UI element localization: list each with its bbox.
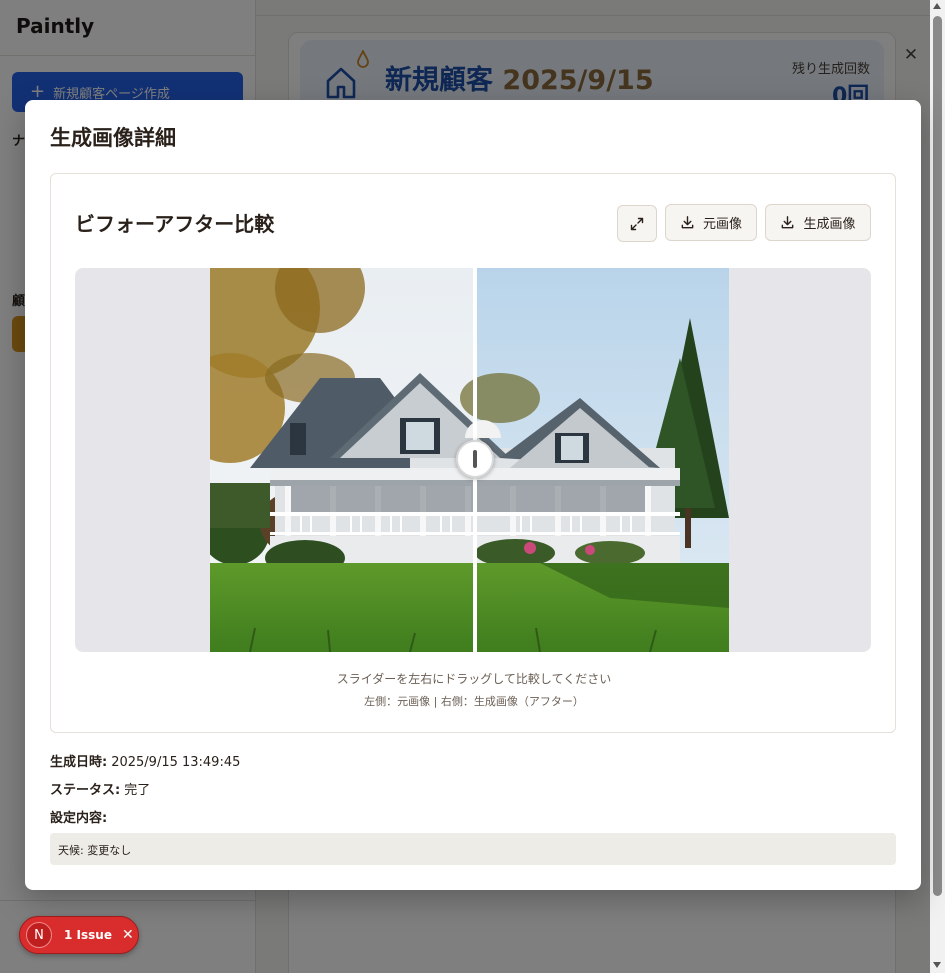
- settings-row: 設定内容:: [50, 807, 111, 826]
- scrollbar-thumb[interactable]: [933, 16, 942, 896]
- generated-at-row: 生成日時: 2025/9/15 13:49:45: [50, 751, 240, 770]
- download-original-label: 元画像: [702, 217, 742, 232]
- issue-count-label[interactable]: 1 Issue: [64, 928, 112, 942]
- fullscreen-button[interactable]: [617, 205, 657, 242]
- expand-icon: [630, 217, 644, 230]
- download-icon: [681, 216, 694, 229]
- scroll-up-arrow-icon[interactable]: [933, 3, 941, 9]
- settings-value: 天候: 変更なし: [50, 833, 896, 865]
- compare-title: ビフォーアフター比較: [75, 212, 275, 236]
- slider-hint: スライダーを左右にドラッグして比較してください: [336, 672, 612, 686]
- download-generated-label: 生成画像: [803, 217, 856, 232]
- slider-handle[interactable]: [456, 440, 494, 478]
- comparison-legend: 左側：元画像 | 右側：生成画像（アフター）: [364, 695, 584, 708]
- scroll-down-arrow-icon[interactable]: [933, 962, 941, 968]
- status-label: ステータス:: [50, 783, 121, 798]
- download-original-button[interactable]: 元画像: [665, 204, 757, 241]
- download-icon: [782, 216, 794, 229]
- generated-at-value: 2025/9/15 13:49:45: [111, 755, 241, 770]
- download-generated-button[interactable]: 生成画像: [765, 204, 871, 241]
- scrollbar[interactable]: [930, 0, 945, 973]
- settings-label: 設定内容:: [50, 811, 108, 826]
- issue-badge[interactable]: N 1 Issue ✕: [19, 916, 139, 954]
- status-row: ステータス: 完了: [50, 779, 150, 798]
- image-detail-modal: 生成画像詳細 ビフォーアフター比較 元画像 生成画像 スライダーを左右にドラッグ…: [25, 100, 921, 890]
- next-logo-icon: N: [26, 922, 52, 948]
- close-icon[interactable]: ✕: [902, 46, 920, 64]
- generated-at-label: 生成日時:: [50, 755, 108, 770]
- comparison-viewer[interactable]: [75, 268, 871, 652]
- close-icon[interactable]: ✕: [122, 927, 134, 943]
- before-after-card: ビフォーアフター比較 元画像 生成画像 スライダーを左右にドラッグして比較してく…: [50, 173, 896, 733]
- modal-title: 生成画像詳細: [50, 126, 176, 150]
- status-value: 完了: [124, 783, 151, 798]
